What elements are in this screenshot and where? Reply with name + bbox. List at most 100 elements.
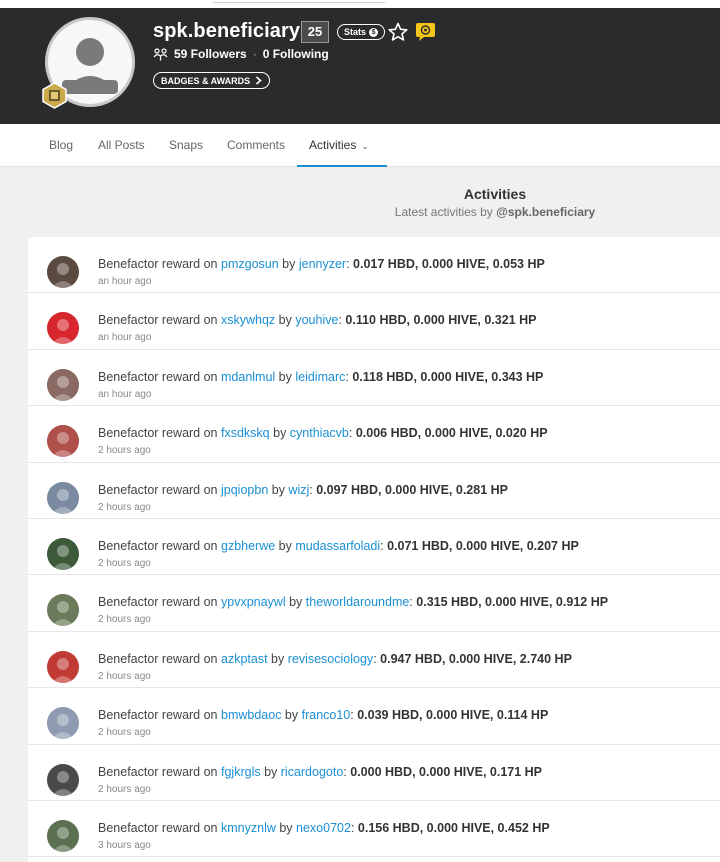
community-emblem-icon[interactable] [414,22,437,42]
profile-tabs: Blog All Posts Snaps Comments Activities… [0,124,720,167]
tab-blog[interactable]: Blog [49,124,73,167]
user-avatar[interactable] [47,650,79,683]
reward-amounts: 0.947 HBD, 0.000 HIVE, 2.740 HP [380,651,572,666]
author-link[interactable]: ricardogoto [281,765,344,779]
activity-prefix: Benefactor reward on [98,595,221,610]
user-avatar[interactable] [47,368,79,401]
activity-by: by [267,651,288,666]
rank-badge-icon[interactable] [41,82,68,109]
user-avatar[interactable] [47,707,79,740]
stats-button[interactable]: Stats $ [337,24,386,40]
activity-by: by [281,708,302,723]
following-count[interactable]: 0 Following [263,47,329,61]
reward-amounts: 0.118 HBD, 0.000 HIVE, 0.343 HP [352,369,544,384]
top-strip [0,0,720,8]
user-avatar-icon [47,763,79,796]
followers-count[interactable]: 59 Followers [174,47,247,61]
activity-prefix: Benefactor reward on [98,482,221,497]
user-avatar-icon [47,481,79,514]
author-link[interactable]: theworldaroundme [306,595,410,609]
activity-by: by [275,369,296,384]
user-avatar[interactable] [47,425,79,458]
activity-colon: : [350,821,358,835]
list-item: Benefactor reward on pmzgosun by jennyze… [28,237,720,294]
author-link[interactable]: franco10 [302,708,351,722]
post-link[interactable]: xskywhqz [221,313,275,327]
badges-awards-label: BADGES & AWARDS [161,75,251,86]
reward-amounts: 0.039 HBD, 0.000 HIVE, 0.114 HP [357,708,549,723]
user-avatar[interactable] [47,763,79,796]
activity-time: an hour ago [98,332,152,344]
post-link[interactable]: kmnyznlw [221,821,276,835]
activity-prefix: Benefactor reward on [98,821,221,835]
activity-prefix: Benefactor reward on [98,708,221,723]
reward-amounts: 0.156 HBD, 0.000 HIVE, 0.452 HP [357,821,550,835]
activity-time: 2 hours ago [98,614,151,626]
user-avatar-icon [47,256,79,288]
activity-time: an hour ago [98,276,152,287]
activity-by: by [275,313,296,328]
activity-time: 2 hours ago [98,445,151,457]
favorite-star-icon[interactable] [388,22,408,42]
author-link[interactable]: mudassarfoladi [295,539,380,553]
activity-by: by [278,257,299,271]
tab-activities-label: Activities [309,138,357,152]
user-avatar-icon [47,594,79,627]
post-link[interactable]: fxsdkskq [221,426,270,440]
post-link[interactable]: ypvxpnaywl [221,595,286,609]
section-title: Activities [463,186,527,202]
post-link[interactable]: gzbherwe [221,539,275,553]
activity-time: 2 hours ago [98,670,151,682]
profile-header: spk.beneficiary 25 Stats $ 59 Followers … [0,8,720,124]
user-avatar[interactable] [47,594,79,627]
activity-prefix: Benefactor reward on [98,313,221,328]
author-link[interactable]: wizj [288,483,309,497]
user-avatar[interactable] [47,312,79,345]
reward-amounts: 0.006 HBD, 0.000 HIVE, 0.020 HP [355,426,548,441]
post-link[interactable]: mdanlmul [221,370,275,384]
author-link[interactable]: leidimarc [295,370,345,384]
user-avatar[interactable] [47,820,79,852]
post-link[interactable]: pmzgosun [221,257,279,271]
activity-colon: : [346,257,354,271]
list-item: Benefactor reward on gzbherwe by mudassa… [28,519,720,576]
list-item: Benefactor reward on fgjkrgls by ricardo… [28,745,720,801]
activity-by: by [275,821,297,835]
activity-prefix: Benefactor reward on [98,426,221,441]
list-item: Benefactor reward on kmnyznlw by nexo070… [28,801,720,858]
activity-time: 2 hours ago [98,727,151,739]
tab-comments[interactable]: Comments [227,124,285,167]
user-avatar[interactable] [47,481,79,514]
reward-amounts: 0.000 HBD, 0.000 HIVE, 0.171 HP [350,764,543,779]
reward-amounts: 0.017 HBD, 0.000 HIVE, 0.053 HP [353,257,545,271]
post-link[interactable]: jpqiopbn [221,483,268,497]
activity-text: Benefactor reward on azkptast by revises… [98,652,572,666]
list-item: Benefactor reward on azkptast by revises… [28,632,720,689]
author-link[interactable]: youhive [295,313,338,327]
tab-all-posts[interactable]: All Posts [98,124,145,167]
section-subtitle-prefix: Latest activities by [394,205,497,219]
user-avatar[interactable] [47,538,79,570]
tab-snaps[interactable]: Snaps [169,124,203,167]
list-item: Benefactor reward on xskywhqz by youhive… [28,293,720,350]
post-link[interactable]: azkptast [221,652,268,666]
tab-activities[interactable]: Activities ⌄ [297,124,387,167]
activity-text: Benefactor reward on ypvxpnaywl by thewo… [98,595,608,609]
author-link[interactable]: jennyzer [299,257,346,271]
user-avatar[interactable] [47,256,79,288]
user-avatar-icon [47,312,79,345]
post-link[interactable]: bmwbdaoc [221,708,281,722]
stats-dollar-icon: $ [369,27,379,37]
activity-text: Benefactor reward on gzbherwe by mudassa… [98,539,579,553]
follow-stats: 59 Followers · 0 Following [153,47,329,61]
section-subtitle: Latest activities by @spk.beneficiary [0,205,720,219]
search-bar-edge[interactable] [213,0,385,3]
section-subtitle-user[interactable]: @spk.beneficiary [496,205,595,219]
author-link[interactable]: nexo0702 [296,821,351,835]
author-link[interactable]: revisesociology [288,652,373,666]
badges-awards-button[interactable]: BADGES & AWARDS [153,72,271,89]
post-link[interactable]: fgjkrgls [221,765,261,779]
user-avatar-icon [47,650,79,683]
author-link[interactable]: cynthiacvb [290,426,349,440]
reward-amounts: 0.071 HBD, 0.000 HIVE, 0.207 HP [387,539,579,553]
